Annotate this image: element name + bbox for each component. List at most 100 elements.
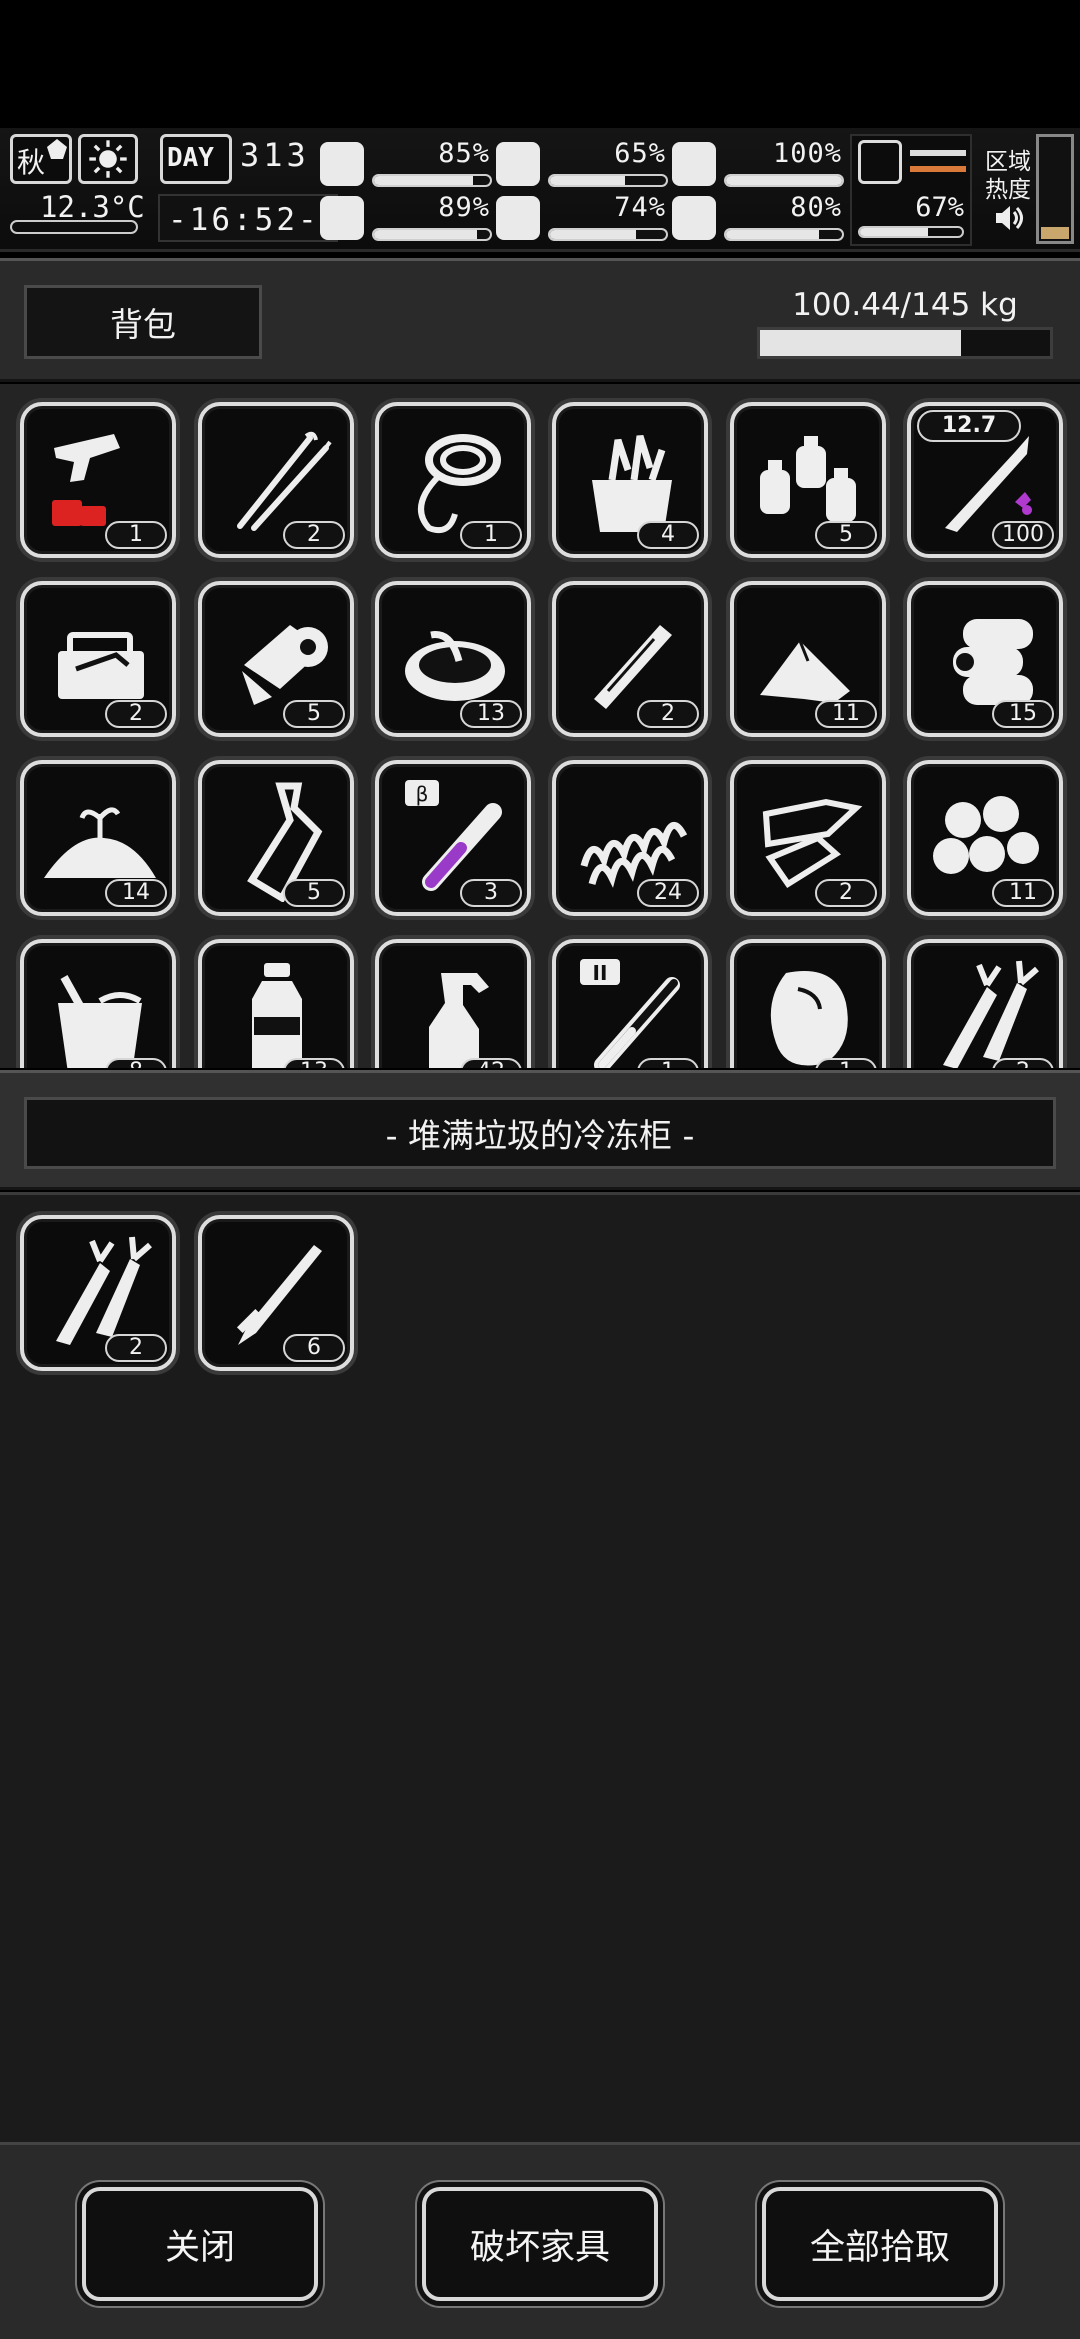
stamina-bar: [858, 226, 964, 238]
day-badge: DAY: [160, 134, 232, 184]
item-count: 1: [460, 521, 522, 549]
backpack-slot[interactable]: 13: [198, 939, 354, 1068]
immunity-value: 100%: [772, 138, 842, 169]
item-count: 2: [105, 700, 167, 728]
footer-bar: 关闭 破坏家具 全部拾取: [0, 2142, 1080, 2339]
backpack-slot[interactable]: 2: [907, 939, 1063, 1068]
hunger-bar: [548, 174, 668, 187]
health-stat: 85%: [320, 138, 496, 190]
backpack-slot[interactable]: 12.7 100: [907, 402, 1063, 558]
test-tube-two-icon: II: [580, 959, 680, 1068]
thermometer-icon: [10, 220, 138, 234]
stamina-marker-orange: [910, 166, 966, 172]
mood-bar: [724, 228, 844, 241]
backpack-slot[interactable]: 42: [375, 939, 531, 1068]
brain-icon: [320, 196, 364, 240]
sun-icon: [78, 134, 138, 184]
backpack-tab[interactable]: 背包: [24, 285, 262, 359]
backpack-slot[interactable]: II 1: [552, 939, 708, 1068]
pickup-all-button-label: 全部拾取: [809, 2227, 950, 2268]
stomach-icon: [496, 142, 540, 186]
leaf-icon: [47, 139, 67, 159]
weight-label: 100.44/145 kg: [792, 287, 1018, 323]
clock-display: -16:52-: [158, 194, 338, 242]
item-count: 2: [283, 521, 345, 549]
item-count: 2: [105, 1334, 167, 1362]
raw-meat-icon: [770, 971, 848, 1066]
backpack-slot[interactable]: 1: [730, 939, 886, 1068]
water-bottle-icon: [252, 963, 302, 1068]
spray-bottle-icon: [429, 973, 489, 1068]
backpack-grid: 1214512.7100251321115145β32421181342II11…: [0, 384, 1080, 1068]
season-badge: 秋: [10, 134, 72, 184]
item-count: 1: [815, 1058, 877, 1068]
svg-text:II: II: [593, 961, 608, 985]
backpack-tab-label: 背包: [110, 305, 176, 344]
item-count: 5: [283, 879, 345, 907]
stamina-value: 67%: [915, 192, 964, 223]
heart-icon: [672, 196, 716, 240]
first-aid-icon: [320, 142, 364, 186]
backpack-slot[interactable]: 11: [730, 581, 886, 737]
hunger-stat: 65%: [496, 138, 672, 190]
backpack-slot[interactable]: 2: [730, 760, 886, 916]
backpack-slot[interactable]: 11: [907, 760, 1063, 916]
backpack-slot[interactable]: 15: [907, 581, 1063, 737]
item-count: 13: [460, 700, 522, 728]
item-count: 15: [992, 700, 1054, 728]
backpack-header: 背包 100.44/145 kg: [0, 258, 1080, 382]
item-count: 5: [283, 700, 345, 728]
backpack-slot[interactable]: β3: [375, 760, 531, 916]
backpack-slot[interactable]: 1: [20, 402, 176, 558]
thirst-stat: 74%: [496, 192, 672, 244]
temperature-label: 12.3°C: [40, 190, 145, 224]
item-count: 14: [105, 879, 167, 907]
water-drop-icon: [496, 196, 540, 240]
container-grid: 26: [0, 1192, 1080, 2142]
backpack-slot[interactable]: 13: [375, 581, 531, 737]
backpack-slot[interactable]: 2: [198, 402, 354, 558]
weight-bar: [757, 327, 1053, 359]
day-counter: 313: [240, 136, 310, 174]
container-slot[interactable]: 2: [20, 1215, 176, 1371]
status-bar: 秋 12.3°C DAY 313 -16:52- 85% 65% 100% 89…: [0, 128, 1080, 252]
container-title-box: - 堆满垃圾的冷冻柜 -: [24, 1097, 1056, 1169]
backpack-slot[interactable]: 14: [20, 760, 176, 916]
destroy-furniture-button-label: 破坏家具: [469, 2227, 610, 2268]
health-value: 85%: [438, 138, 490, 169]
item-count: 42: [460, 1058, 522, 1068]
backpack-slot[interactable]: 5: [730, 402, 886, 558]
clock-time: -16:52-: [168, 202, 320, 238]
speaker-icon[interactable]: [992, 202, 1024, 234]
thirst-value: 74%: [614, 192, 666, 223]
sanity-value: 89%: [438, 192, 490, 223]
carrot-icon: [943, 960, 1039, 1068]
item-count: 4: [637, 521, 699, 549]
backpack-slot[interactable]: 8: [20, 939, 176, 1068]
backpack-slot[interactable]: 2: [20, 581, 176, 737]
container-slot[interactable]: 6: [198, 1215, 354, 1371]
backpack-slot[interactable]: 5: [198, 760, 354, 916]
backpack-slot[interactable]: 1: [375, 402, 531, 558]
backpack-slot[interactable]: 5: [198, 581, 354, 737]
mood-stat: 80%: [672, 192, 848, 244]
zone-heat-meter: [1036, 134, 1074, 244]
sanity-bar: [372, 228, 492, 241]
backpack-slot[interactable]: 4: [552, 402, 708, 558]
boot-icon: [858, 140, 902, 184]
immunity-stat: 100%: [672, 138, 848, 190]
immunity-bar: [724, 174, 844, 187]
close-button[interactable]: 关闭: [82, 2187, 318, 2301]
item-count: 13: [283, 1058, 345, 1068]
health-bar: [372, 174, 492, 187]
pickup-all-button[interactable]: 全部拾取: [762, 2187, 998, 2301]
item-count: 3: [460, 879, 522, 907]
close-button-label: 关闭: [164, 2227, 235, 2268]
sanity-stat: 89%: [320, 192, 496, 244]
item-count: 1: [105, 521, 167, 549]
thirst-bar: [548, 228, 668, 241]
backpack-slot[interactable]: 24: [552, 760, 708, 916]
destroy-furniture-button[interactable]: 破坏家具: [422, 2187, 658, 2301]
item-count: 11: [992, 879, 1054, 907]
backpack-slot[interactable]: 2: [552, 581, 708, 737]
